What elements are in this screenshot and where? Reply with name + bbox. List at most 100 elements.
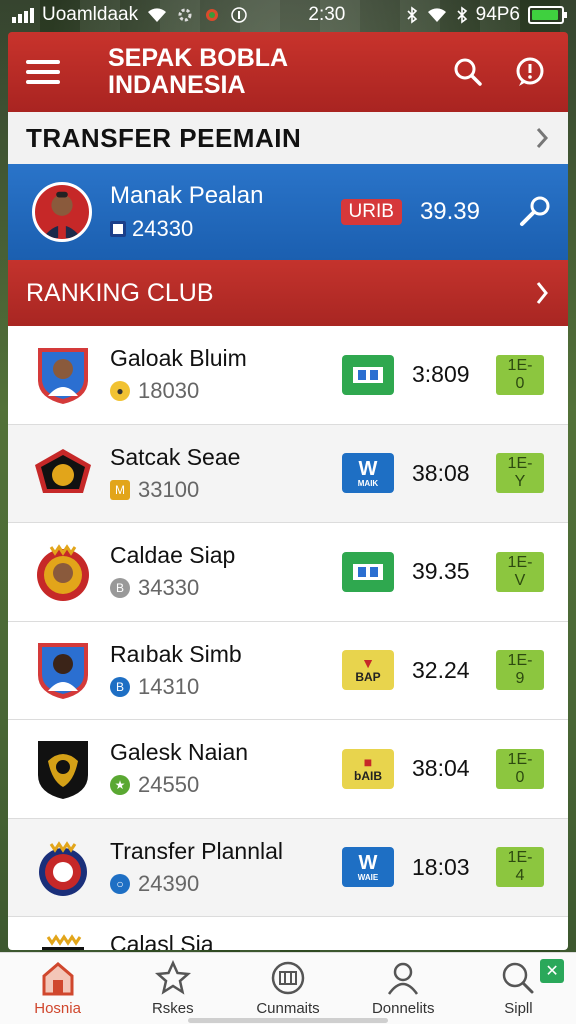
transfer-title: TRANSFER PEEMAIN xyxy=(26,122,302,153)
status-badge: 1E-Y xyxy=(496,453,544,494)
list-item[interactable]: Satcak Seae M 33100 W MAIK 38:08 1E-Y xyxy=(8,424,568,523)
club-logo-icon xyxy=(342,551,394,592)
club-crest-icon xyxy=(32,540,94,604)
status-badge: 1E-V xyxy=(496,551,544,592)
status-badge: 1E-9 xyxy=(496,650,544,691)
app-container: SEPAK BOBLA INDANESIA TRANSFER PEEMAIN M… xyxy=(8,32,568,950)
battery-percent: 94P6 xyxy=(475,4,520,25)
club-logo-icon: ■ bAIB xyxy=(342,748,394,789)
club-stat: 24550 xyxy=(138,772,200,798)
club-name: Caldae Siap xyxy=(110,542,236,569)
bottom-nav: Hosnia Rskes Cunmaits Donnelits Sipll ✕ xyxy=(0,952,576,1024)
wifi-icon xyxy=(427,8,446,22)
club-name: Galesk Naian xyxy=(110,739,249,766)
pin-icon[interactable] xyxy=(516,194,552,230)
list-item[interactable]: Calasl Sia xyxy=(8,917,568,950)
home-icon xyxy=(42,962,74,996)
status-badge: 1E-4 xyxy=(496,847,544,888)
nav-sipll[interactable]: Sipll ✕ xyxy=(461,953,576,1024)
search-icon[interactable] xyxy=(448,52,488,92)
featured-transfer-card[interactable]: Manak Pealan 24330 URIB 39.39 xyxy=(8,164,568,260)
club-logo-text: BAP xyxy=(355,670,381,685)
close-icon[interactable]: ✕ xyxy=(540,959,565,983)
home-indicator[interactable] xyxy=(188,1018,388,1023)
status-badge: URIB xyxy=(340,199,402,225)
club-crest-icon xyxy=(32,931,94,950)
chevron-right-icon xyxy=(536,282,548,304)
coin-icon: B xyxy=(110,676,130,697)
club-logo-icon: ▼ BAP xyxy=(342,650,394,691)
stadium-icon xyxy=(271,961,305,995)
chevron-right-icon xyxy=(536,128,549,148)
club-score: 38:04 xyxy=(412,755,470,782)
club-stat: 33100 xyxy=(138,476,200,502)
club-name: Galoak Bluim xyxy=(110,345,247,372)
signal-icon xyxy=(12,7,34,23)
list-item[interactable]: Caldae Siap B 34330 39.35 1E-V xyxy=(8,523,568,622)
ranking-title: RANKING CLUB xyxy=(26,278,214,307)
list-item[interactable]: Raıbak Simb B 14310 ▼ BAP 32.24 1E-9 xyxy=(8,622,568,720)
club-score: 18:03 xyxy=(412,853,470,880)
club-logo-icon: W WAIE xyxy=(342,847,394,888)
club-crest-icon xyxy=(32,737,94,801)
nav-label: Cunmaits xyxy=(256,1000,320,1017)
nav-donnelits[interactable]: Donnelits xyxy=(346,953,461,1024)
status-badge: 1E-0 xyxy=(496,748,544,789)
featured-player-name: Manak Pealan xyxy=(110,182,264,209)
club-name: Raıbak Simb xyxy=(110,640,242,667)
flag-icon xyxy=(110,221,126,237)
club-logo-text: bAIB xyxy=(354,768,382,783)
nav-rskes[interactable]: Rskes xyxy=(115,953,230,1024)
nav-cunmaits[interactable]: Cunmaits xyxy=(230,953,345,1024)
club-score: 3:809 xyxy=(412,361,470,388)
player-crest-icon xyxy=(32,343,94,407)
featured-value: 39.39 xyxy=(419,198,480,225)
bluetooth-icon xyxy=(407,6,417,24)
app-icon xyxy=(206,9,219,21)
clock: 2:30 xyxy=(308,4,346,25)
carrier-name: Uoamldaak xyxy=(42,4,139,25)
ranking-section-header[interactable]: RANKING CLUB xyxy=(8,260,568,326)
info-icon xyxy=(231,7,247,23)
club-name: Transfer Plannlal xyxy=(110,837,284,864)
club-stat: 34330 xyxy=(138,575,200,601)
coin-icon: B xyxy=(110,578,130,599)
club-name: Satcak Seae xyxy=(110,443,241,470)
club-score: 38:08 xyxy=(412,459,470,486)
player-crest-icon xyxy=(32,638,94,702)
nav-home[interactable]: Hosnia xyxy=(0,953,115,1024)
club-stat: 18030 xyxy=(138,378,200,404)
bluetooth-icon xyxy=(457,6,467,24)
club-crest-icon xyxy=(32,835,94,899)
menu-icon[interactable] xyxy=(26,60,60,84)
badge-icon: M xyxy=(110,479,130,500)
search-icon xyxy=(503,962,534,994)
club-logo-text: MAIK xyxy=(357,478,379,488)
transfer-section-header[interactable]: TRANSFER PEEMAIN xyxy=(8,112,568,164)
club-crest-icon xyxy=(32,441,94,505)
list-item[interactable]: Galesk Naian ★ 24550 ■ bAIB 38:04 1E-0 xyxy=(8,720,568,819)
club-stat: 24390 xyxy=(138,870,200,896)
app-header: SEPAK BOBLA INDANESIA xyxy=(8,32,568,112)
star-icon: ★ xyxy=(110,775,130,796)
list-item[interactable]: Transfer Plannlal ○ 24390 W WAIE 18:03 1E-… xyxy=(8,818,568,917)
nav-label: Donnelits xyxy=(371,1000,435,1017)
nav-label: Rskes xyxy=(151,1000,194,1017)
user-icon xyxy=(388,962,419,995)
club-logo-icon xyxy=(342,354,394,395)
status-badge: 1E-0 xyxy=(496,354,544,395)
player-avatar xyxy=(32,182,92,242)
alert-icon[interactable] xyxy=(510,52,550,92)
club-stat: 14310 xyxy=(138,673,200,699)
coin-icon: ○ xyxy=(110,873,130,894)
featured-player-stat: 24330 xyxy=(132,216,194,241)
app-title: SEPAK BOBLA INDANESIA xyxy=(108,44,288,99)
star-icon xyxy=(154,960,191,995)
wifi-icon xyxy=(148,8,167,22)
club-logo-icon: W MAIK xyxy=(342,453,394,494)
club-name: Calasl Sia xyxy=(110,931,214,950)
list-item[interactable]: Galoak Bluim ● 18030 3:809 1E-0 xyxy=(8,326,568,425)
ranking-list: Galoak Bluim ● 18030 3:809 1E-0 Satcak Se… xyxy=(8,326,568,950)
battery-icon xyxy=(528,6,567,24)
gear-icon xyxy=(178,8,192,22)
